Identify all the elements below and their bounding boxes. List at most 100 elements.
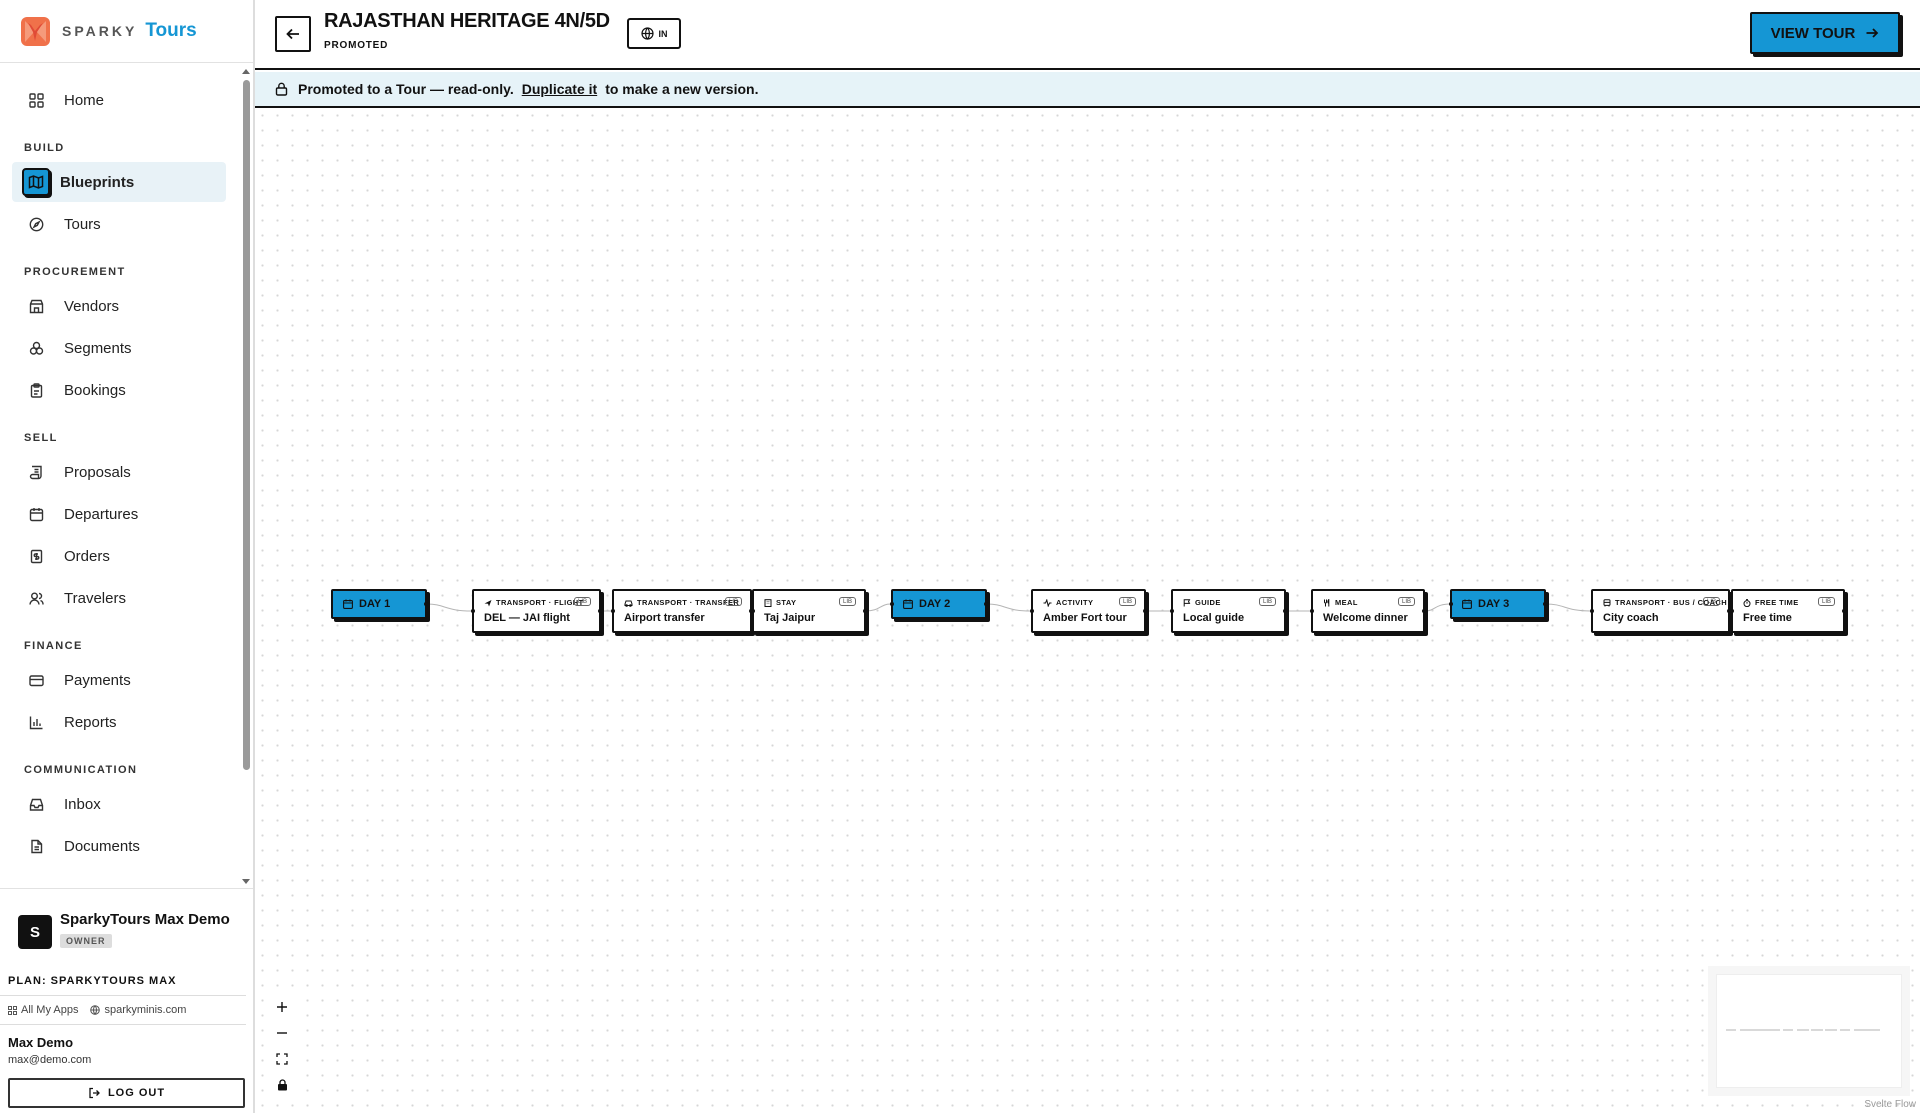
sidebar-item-payments[interactable]: Payments (12, 660, 226, 700)
node-handle[interactable] (1422, 609, 1426, 613)
node-handle[interactable] (1842, 609, 1846, 613)
node-handle[interactable] (984, 602, 988, 606)
brand[interactable]: SPARKY Tours (0, 0, 253, 63)
node-handle[interactable] (863, 609, 867, 613)
grid-icon (28, 92, 44, 108)
node-category-label: GUIDE (1195, 598, 1221, 607)
plan-label: PLAN: SPARKYTOURS MAX (0, 969, 246, 996)
org-switcher[interactable]: S SparkyTours Max Demo OWNER (0, 889, 253, 969)
edge (426, 603, 473, 612)
flow-node[interactable]: TRANSPORT · BUS / COACH LIB City coach (1590, 589, 1731, 633)
brand-logo-icon (19, 15, 52, 48)
flow-node[interactable]: FREE TIME LIB Free time (1730, 589, 1846, 633)
sidebar-item-reports[interactable]: Reports (12, 702, 226, 742)
scroll-thumb[interactable] (243, 80, 250, 770)
nav-menu: Home BUILD Blueprints Tours PROCUREMENT … (0, 63, 238, 887)
sidebar-item-vendors[interactable]: Vendors (12, 286, 226, 326)
sidebar-item-travelers[interactable]: Travelers (12, 578, 226, 618)
sidebar-item-documents[interactable]: Documents (12, 826, 226, 866)
sidebar-item-label: Home (64, 91, 105, 109)
node-handle[interactable] (1143, 609, 1147, 613)
flow-node[interactable]: MEAL LIB Welcome dinner (1310, 589, 1426, 633)
sidebar-scrollbar[interactable] (240, 66, 252, 886)
day-label: DAY 1 (359, 598, 391, 610)
node-handle[interactable] (1310, 609, 1314, 613)
node-handle[interactable] (1590, 609, 1594, 613)
node-handle[interactable] (598, 609, 602, 613)
nav-section-sell: SELL (24, 432, 58, 444)
sidebar-item-home[interactable]: Home (12, 80, 226, 120)
calendar-icon (1462, 599, 1472, 609)
node-handle[interactable] (1730, 609, 1734, 613)
node-handle[interactable] (1449, 602, 1453, 606)
sidebar-item-proposals[interactable]: Proposals (12, 452, 226, 492)
lib-badge: LIB (1817, 597, 1835, 606)
zoom-out-button[interactable] (269, 1020, 295, 1046)
flow-minimap[interactable] (1708, 966, 1910, 1096)
sidebar-item-segments[interactable]: Segments (12, 328, 226, 368)
back-button[interactable] (275, 16, 311, 52)
site-link[interactable]: sparkyminis.com (90, 1004, 186, 1016)
region-button[interactable]: IN (627, 18, 681, 49)
logout-button[interactable]: LOG OUT (8, 1078, 245, 1108)
node-handle[interactable] (1543, 602, 1547, 606)
day-node-3[interactable]: DAY 3 (1449, 589, 1547, 619)
banner-text-after: to make a new version. (605, 81, 759, 97)
sidebar-item-label: Documents (64, 837, 140, 855)
fit-view-button[interactable] (269, 1046, 295, 1072)
node-handle[interactable] (1030, 609, 1034, 613)
node-handle[interactable] (1170, 609, 1174, 613)
scroll-down-icon[interactable] (242, 879, 250, 884)
flow-node[interactable]: STAY LIB Taj Jaipur (751, 589, 867, 633)
bus-icon (1603, 598, 1611, 606)
sidebar-item-bookings[interactable]: Bookings (12, 370, 226, 410)
flow-node[interactable]: TRANSPORT · TRANSFER LIB Airport transfe… (611, 589, 753, 633)
sidebar-item-orders[interactable]: Orders (12, 536, 226, 576)
user-name: Max Demo (8, 1035, 74, 1050)
node-handle[interactable] (751, 609, 755, 613)
flow-attribution[interactable]: Svelte Flow (1864, 1099, 1916, 1110)
sidebar-item-departures[interactable]: Departures (12, 494, 226, 534)
sidebar-item-inbox[interactable]: Inbox (12, 784, 226, 824)
node-name: Welcome dinner (1323, 612, 1408, 624)
flow-canvas[interactable]: DAY 1 TRANSPORT · FLIGHT LIB DEL — JAI f… (255, 108, 1920, 1113)
node-handle[interactable] (611, 609, 615, 613)
zoom-in-button[interactable] (269, 994, 295, 1020)
node-category: TRANSPORT · TRANSFER (624, 598, 739, 607)
clipboard-icon (28, 382, 44, 398)
all-apps-link[interactable]: All My Apps (8, 1004, 78, 1016)
sidebar-item-label: Departures (64, 505, 139, 523)
day-label: DAY 3 (1478, 598, 1510, 610)
duplicate-link[interactable]: Duplicate it (522, 81, 597, 97)
sidebar-item-label: Vendors (64, 297, 120, 315)
view-tour-button[interactable]: VIEW TOUR (1750, 12, 1900, 54)
page-header: RAJASTHAN HERITAGE 4N/5D PROMOTED IN VIE… (255, 0, 1920, 70)
lock-canvas-button[interactable] (269, 1072, 295, 1098)
user-email: max@demo.com (8, 1054, 92, 1066)
sidebar-item-tours[interactable]: Tours (12, 204, 226, 244)
node-category: TRANSPORT · FLIGHT (484, 598, 584, 607)
node-category: STAY (764, 598, 796, 607)
minimap-viewport[interactable] (1716, 974, 1902, 1088)
day-node-1[interactable]: DAY 1 (331, 589, 428, 619)
node-handle[interactable] (471, 609, 475, 613)
day-node-2[interactable]: DAY 2 (890, 589, 988, 619)
nav-section-communication: COMMUNICATION (24, 764, 138, 776)
inbox-icon (28, 796, 44, 812)
node-handle[interactable] (424, 602, 428, 606)
nav-section-procurement: PROCUREMENT (24, 266, 126, 278)
activity-icon (1043, 598, 1052, 607)
scroll-up-icon[interactable] (242, 69, 250, 74)
sidebar-item-label: Inbox (64, 795, 101, 813)
node-handle[interactable] (1283, 609, 1287, 613)
sidebar-item-label: Proposals (64, 463, 131, 481)
timer-icon (1743, 598, 1751, 607)
user-info: Max Demo max@demo.com (0, 1025, 253, 1066)
flow-node[interactable]: TRANSPORT · FLIGHT LIB DEL — JAI flight (471, 589, 602, 633)
nav-section-finance: FINANCE (24, 640, 83, 652)
flow-node[interactable]: ACTIVITY LIB Amber Fort tour (1030, 589, 1147, 633)
flow-node[interactable]: GUIDE LIB Local guide (1170, 589, 1287, 633)
node-handle[interactable] (890, 602, 894, 606)
minus-icon (277, 1032, 287, 1034)
sidebar-item-blueprints[interactable]: Blueprints (12, 162, 226, 202)
